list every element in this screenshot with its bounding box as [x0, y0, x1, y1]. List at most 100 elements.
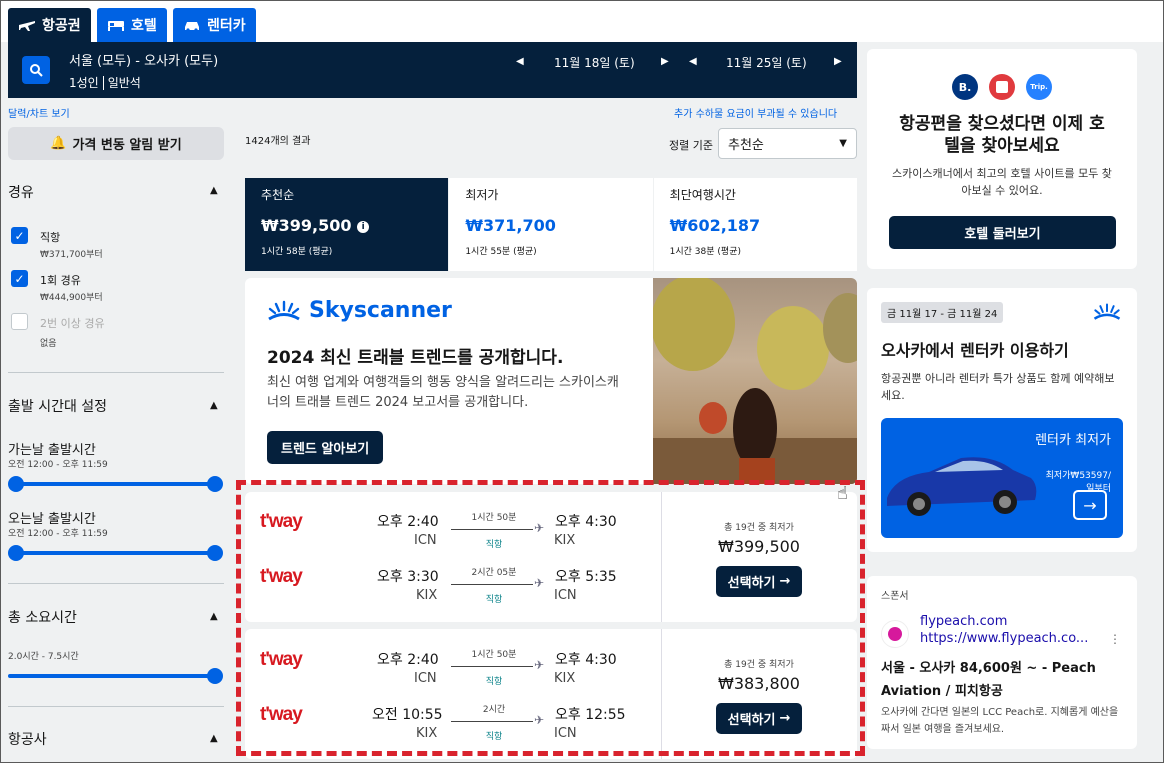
- sort-tab-cheapest[interactable]: 최저가 ₩371,700 1시간 55분 (평균): [449, 178, 653, 271]
- inbound-slider-track[interactable]: [16, 551, 216, 555]
- sponsor-url[interactable]: https://www.flypeach.co...: [920, 631, 1088, 646]
- bed-icon: [108, 21, 124, 31]
- inbound-slider-min[interactable]: [8, 545, 24, 561]
- stops-one-label: 1회 경유: [40, 274, 81, 287]
- inbound-slider-max[interactable]: [207, 545, 223, 561]
- arr-time: 오후 12:55: [555, 707, 626, 723]
- outbound-slider-track[interactable]: [16, 482, 216, 486]
- stops-two-checkbox[interactable]: [11, 313, 28, 330]
- balloon-photo: [651, 278, 857, 484]
- flight-result-card[interactable]: t'way 오후 2:40 ICN 1시간 50분 ✈ 직항 오후 4:30 K…: [245, 629, 857, 759]
- skyscanner-brand: Skyscanner: [309, 298, 452, 323]
- dep-airport: ICN: [414, 671, 437, 686]
- stops-direct-checkbox[interactable]: ✓: [11, 227, 28, 244]
- select-button[interactable]: 선택하기 →: [715, 703, 803, 734]
- outbound-slider-max[interactable]: [207, 476, 223, 492]
- tab-flights[interactable]: 항공권: [8, 8, 91, 42]
- select-button-label: 선택하기: [727, 713, 776, 728]
- sponsor-title[interactable]: 서울 - 오사카 84,600원 ~ - Peach Aviation / 피치…: [881, 657, 1125, 703]
- plane-icon: [19, 21, 35, 31]
- depart-date[interactable]: 11월 18일 (토): [554, 54, 635, 71]
- sponsor-name[interactable]: flypeach.com: [920, 614, 1007, 629]
- tway-logo: t'way: [260, 511, 303, 532]
- hotel-promo-body: 스카이스캐너에서 최고의 호텔 사이트를 모두 찾아보실 수 있어요.: [892, 167, 1112, 197]
- passenger-count: 1성인: [69, 76, 99, 90]
- time-filter-title[interactable]: 출발 시간대 설정: [8, 396, 107, 416]
- plane-icon: ✈: [534, 576, 545, 590]
- cabin-class: 일반석: [107, 76, 141, 90]
- chevron-up-icon[interactable]: ▲: [210, 185, 218, 196]
- sort-tab-cheapest-duration: 1시간 55분 (평균): [465, 247, 537, 257]
- trend-button[interactable]: 트렌드 알아보기: [267, 431, 384, 464]
- depart-prev-icon[interactable]: ◀: [516, 56, 524, 67]
- duration-filter-title[interactable]: 총 소요시간: [8, 607, 77, 627]
- route-text[interactable]: 서울 (모두) - 오사카 (모두): [69, 50, 218, 69]
- chevron-up-icon[interactable]: ▲: [210, 611, 218, 622]
- duration-slider-max[interactable]: [207, 668, 223, 684]
- airline-filter-title[interactable]: 항공사: [8, 729, 47, 749]
- sort-select[interactable]: 추천순 ▼: [718, 128, 857, 159]
- tab-hotels[interactable]: 호텔: [97, 8, 167, 42]
- car-image: [887, 457, 1037, 516]
- inbound-time-label: 오는날 출발시간: [8, 512, 96, 527]
- calendar-link[interactable]: 달력/차트 보기: [8, 105, 70, 120]
- arr-airport: KIX: [554, 533, 576, 548]
- passenger-cabin[interactable]: 1성인 일반석: [69, 74, 141, 91]
- skyscanner-sun-icon: [1093, 303, 1121, 320]
- return-next-icon[interactable]: ▶: [834, 56, 842, 67]
- tab-car-rental[interactable]: 렌터카: [173, 8, 256, 42]
- arr-time: 오후 4:30: [555, 652, 617, 668]
- route-line: [451, 584, 533, 585]
- sort-tab-fastest-duration: 1시간 38분 (평균): [669, 247, 741, 257]
- flight-result-card[interactable]: t'way 오후 2:40 ICN 1시간 50분 ✈ 직항 오후 4:30 K…: [245, 492, 857, 622]
- price-alert-button[interactable]: 🔔 가격 변동 알림 받기: [8, 127, 224, 160]
- sponsor-label: 스폰서: [881, 591, 909, 602]
- sort-tab-fastest[interactable]: 최단여행시간 ₩602,187 1시간 38분 (평균): [653, 178, 857, 271]
- skyscanner-logo: Skyscanner: [267, 298, 452, 323]
- price-panel: 총 19건 중 최저가 ₩399,500 선택하기 →: [661, 520, 857, 597]
- sort-tab-fastest-label: 최단여행시간: [669, 188, 736, 202]
- baggage-fee-link[interactable]: 추가 수하물 요금이 부과될 수 있습니다: [674, 105, 837, 120]
- browse-hotels-button[interactable]: 호텔 둘러보기: [889, 216, 1116, 249]
- dep-airport: KIX: [416, 588, 438, 603]
- dep-airport: ICN: [414, 533, 437, 548]
- ad-title: 2024 최신 트래블 트렌드를 공개합니다.: [267, 348, 564, 368]
- mouse-cursor-icon: ☝: [837, 483, 848, 504]
- sponsored-ad-card[interactable]: 스폰서 flypeach.com https://www.flypeach.co…: [867, 576, 1137, 749]
- return-prev-icon[interactable]: ◀: [689, 56, 697, 67]
- outbound-slider-min[interactable]: [8, 476, 24, 492]
- tway-logo: t'way: [260, 649, 303, 670]
- sort-tab-best-price: ₩399,500: [261, 216, 352, 235]
- stops-two-price: 없음: [40, 339, 57, 349]
- search-button[interactable]: [22, 56, 50, 84]
- dep-time: 오후 3:30: [377, 569, 439, 585]
- select-button-label: 선택하기: [727, 576, 776, 591]
- divider: [8, 583, 224, 584]
- flight-duration: 1시간 50분: [471, 513, 517, 523]
- info-icon[interactable]: i: [357, 220, 370, 233]
- booking-badge: B.: [952, 74, 978, 100]
- depart-next-icon[interactable]: ▶: [661, 56, 669, 67]
- sort-tab-cheapest-label: 최저가: [465, 188, 499, 202]
- peach-logo-icon: [881, 620, 909, 648]
- arr-airport: KIX: [554, 671, 576, 686]
- arrow-right-icon[interactable]: →: [1073, 490, 1107, 520]
- stop-type: 직항: [485, 732, 503, 742]
- arrow-right-icon: →: [779, 711, 791, 726]
- return-date[interactable]: 11월 25일 (토): [726, 54, 807, 71]
- stops-filter-title[interactable]: 경유: [8, 182, 34, 202]
- result-count: 1424개의 결과: [245, 136, 311, 147]
- chevron-up-icon[interactable]: ▲: [210, 400, 218, 411]
- price-panel: 총 19건 중 최저가 ₩383,800 선택하기 →: [661, 657, 857, 734]
- caret-down-icon: ▼: [839, 138, 847, 149]
- car-promo-banner[interactable]: 렌터카 최저가 최저가₩53597/ 일부터 →: [881, 418, 1123, 538]
- plane-icon: ✈: [534, 658, 545, 672]
- stops-one-checkbox[interactable]: ✓: [11, 270, 28, 287]
- more-options-icon[interactable]: ⋮: [1109, 632, 1121, 646]
- duration-slider-track[interactable]: [8, 674, 214, 678]
- sort-tab-best[interactable]: 추천순 ₩399,500 i 1시간 58분 (평균): [245, 178, 449, 271]
- chevron-up-icon[interactable]: ▲: [210, 733, 218, 744]
- select-button[interactable]: 선택하기 →: [715, 566, 803, 597]
- plane-icon: ✈: [534, 521, 545, 535]
- stops-direct-price: ₩371,700부터: [40, 250, 103, 260]
